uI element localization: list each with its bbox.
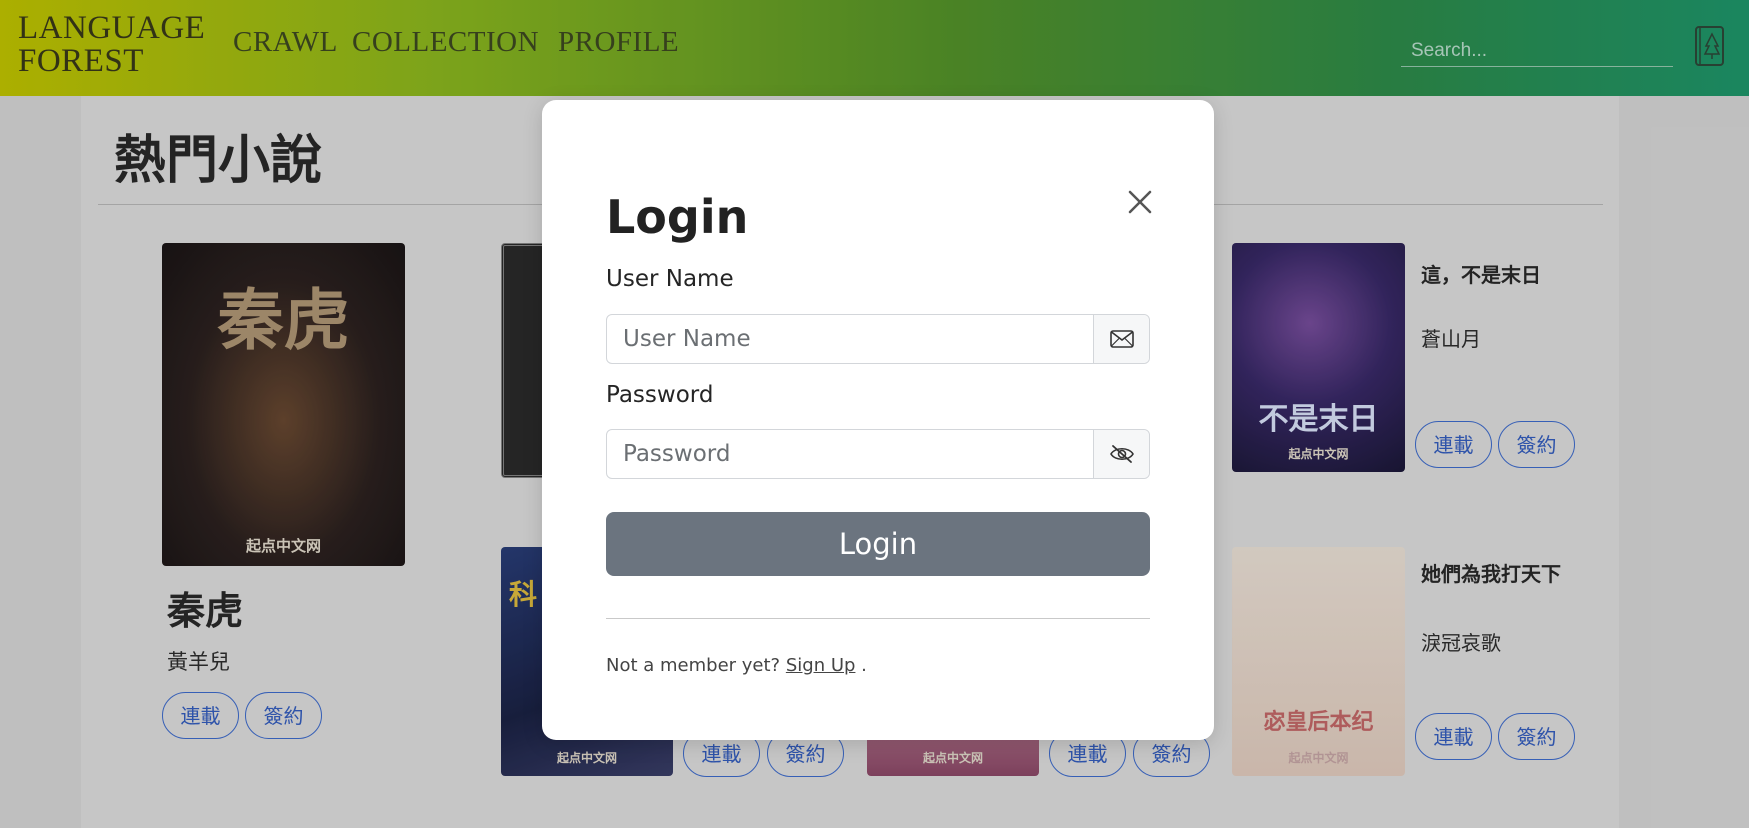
- modal-divider: [606, 618, 1150, 619]
- password-visibility-toggle[interactable]: [1093, 430, 1149, 478]
- username-addon: [1093, 315, 1149, 363]
- username-field-group: [606, 314, 1150, 364]
- signup-link[interactable]: Sign Up: [786, 655, 856, 676]
- signup-prompt: Not a member yet? Sign Up .: [606, 655, 867, 676]
- password-input[interactable]: [607, 430, 1093, 478]
- password-label: Password: [606, 382, 714, 408]
- username-input[interactable]: [607, 315, 1093, 363]
- login-modal: Login User Name Password Login Not a mem…: [542, 100, 1214, 740]
- signup-suffix: .: [855, 655, 867, 676]
- password-field-group: [606, 429, 1150, 479]
- signup-prefix: Not a member yet?: [606, 655, 786, 676]
- envelope-icon: [1109, 330, 1134, 348]
- modal-title: Login: [606, 190, 749, 244]
- login-submit-button[interactable]: Login: [606, 512, 1150, 576]
- eye-slash-icon: [1109, 445, 1134, 463]
- username-label: User Name: [606, 266, 734, 292]
- close-icon[interactable]: [1122, 184, 1158, 220]
